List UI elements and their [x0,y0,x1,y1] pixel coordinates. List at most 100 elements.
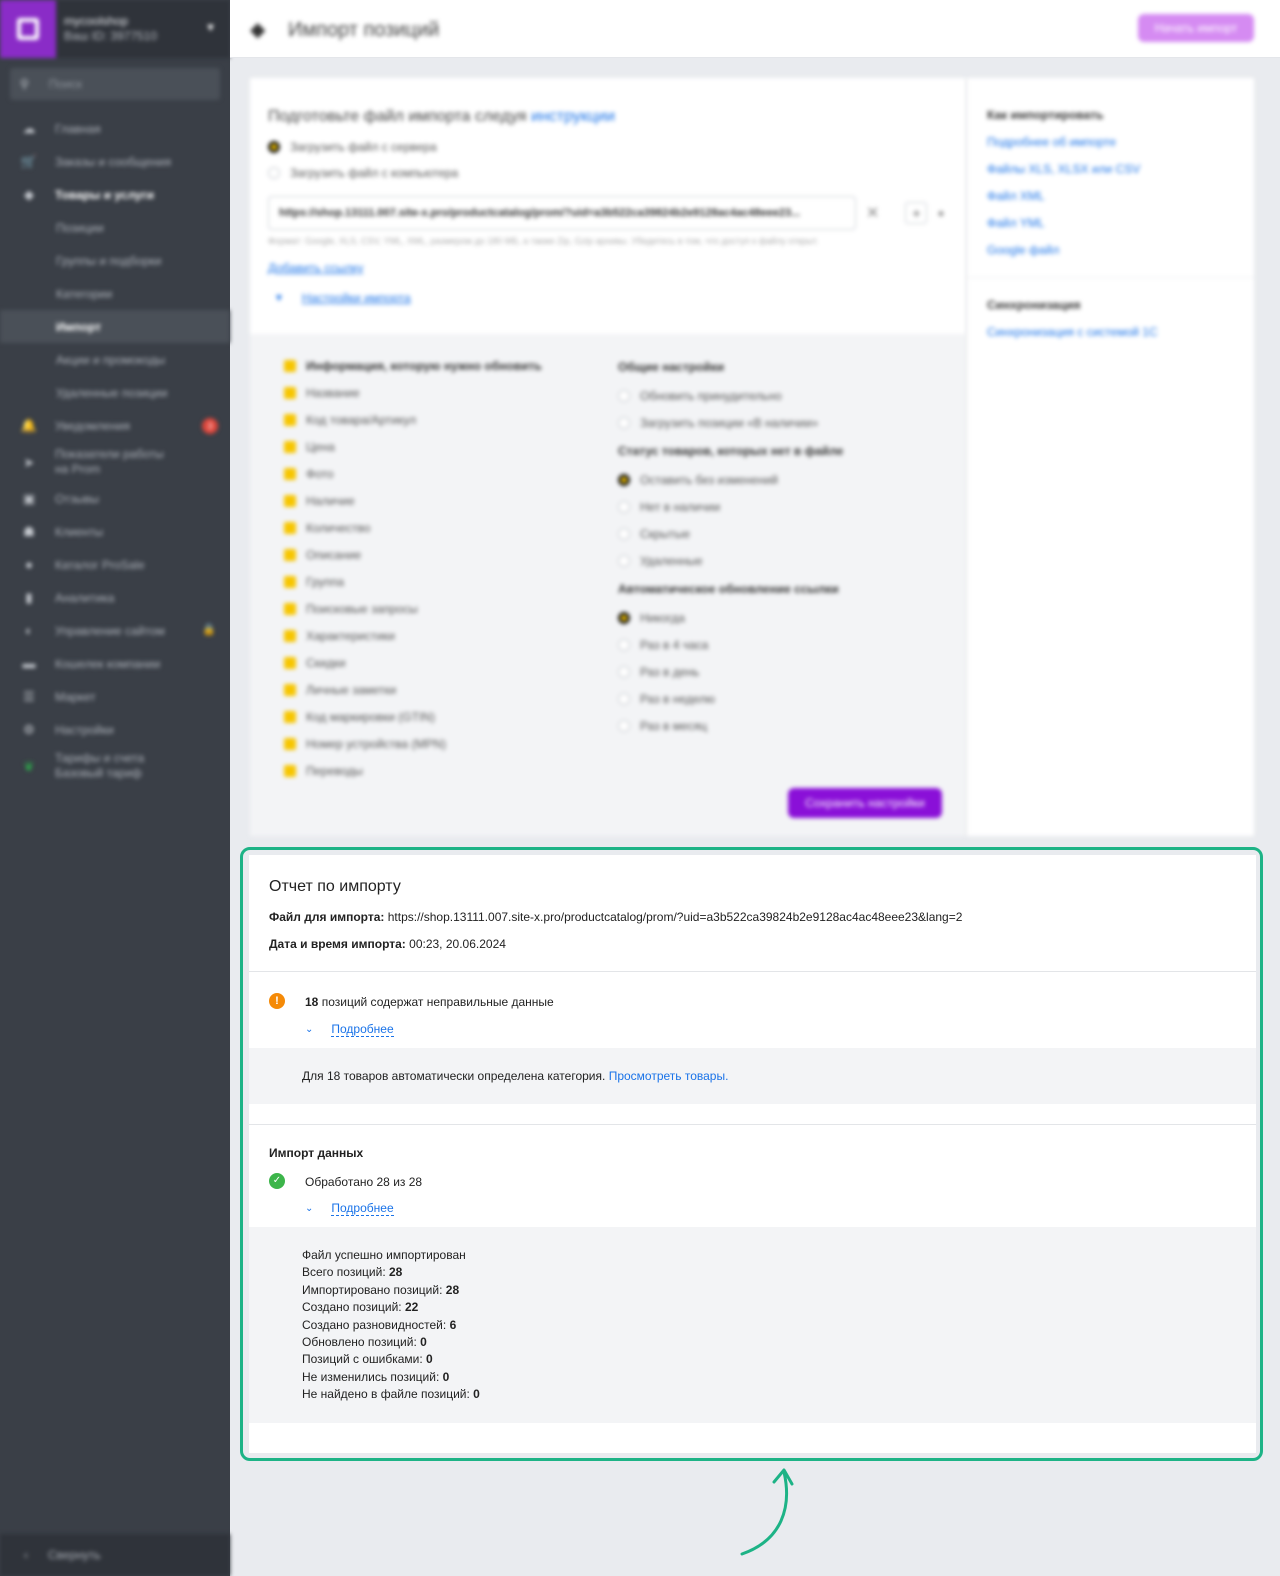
source-computer-option[interactable]: Загрузить файл с компьютера [268,166,948,180]
field-checkbox-row[interactable]: Фото [284,460,542,487]
checkbox[interactable] [284,521,296,534]
missing-status-option[interactable]: Оставить без изменений [618,466,843,493]
radio-unselected[interactable] [618,638,630,651]
checkbox[interactable] [284,440,296,453]
checkbox[interactable] [284,386,296,399]
field-checkbox-row[interactable]: Поисковые запросы [284,595,542,622]
sidebar-item-prosale[interactable]: ● Каталог ProSale [0,548,230,581]
save-settings-button[interactable]: Сохранить настройки [788,788,942,818]
help-link[interactable]: Подробнее об импорте [987,135,1234,149]
radio-selected[interactable] [618,611,630,624]
radio-unselected[interactable] [618,692,630,705]
sidebar-search[interactable]: ⚲ Поиск [10,68,220,100]
general-option[interactable]: Обновить принудительно [618,382,843,409]
import-url-input[interactable]: https://shop.13111.007.site-x.pro/produc… [268,196,856,230]
clear-icon[interactable]: ✕ [866,203,879,223]
update-fields-title-row[interactable]: Информация, которую нужно обновить [284,352,542,379]
checkbox[interactable] [284,602,296,615]
sidebar-item-home[interactable]: ☁ Главная [0,112,230,145]
field-checkbox-row[interactable]: Название [284,379,542,406]
warning-details-toggle[interactable]: ⌄ Подробнее [305,1022,394,1037]
help-link[interactable]: Файл XML [987,189,1234,203]
help-link[interactable]: Файл YML [987,216,1234,230]
sidebar-item-notifications[interactable]: 🔔 Уведомления 3 [0,409,230,442]
checkbox[interactable] [284,710,296,723]
checkbox[interactable] [284,656,296,669]
missing-status-option[interactable]: Скрытые [618,520,843,547]
instruction-link[interactable]: инструкции [531,108,615,125]
sync-link[interactable]: Синхронизация с системой 1С [987,325,1234,339]
checkbox[interactable] [284,494,296,507]
sidebar-item-clients[interactable]: ☗ Клиенты [0,515,230,548]
sidebar-item-groups[interactable]: Группы и подборки [0,244,230,277]
checkbox[interactable] [284,683,296,696]
radio-unselected[interactable] [618,665,630,678]
field-checkbox-row[interactable]: Скидки [284,649,542,676]
sidebar-item-positions[interactable]: Позиции [0,211,230,244]
sidebar-item-settings[interactable]: ⚙ Настройки [0,713,230,746]
sidebar-item-promos[interactable]: Акции и промокоды [0,343,230,376]
checkbox[interactable] [284,359,296,372]
source-server-option[interactable]: Загрузить файл с сервера [268,140,948,154]
radio-selected[interactable] [618,473,630,486]
start-import-button[interactable]: Начать импорт [1138,14,1254,42]
field-checkbox-row[interactable]: Группа [284,568,542,595]
radio-unselected[interactable] [618,554,630,567]
checkbox[interactable] [284,575,296,588]
sidebar-item-reviews[interactable]: ▣ Отзывы [0,482,230,515]
radio-unselected[interactable] [618,527,630,540]
sidebar-item-performance[interactable]: ➤ Показатели работы на Prom [0,442,230,482]
field-checkbox-row[interactable]: Код товара/Артикул [284,406,542,433]
field-checkbox-row[interactable]: Код маркировки (GTIN) [284,703,542,730]
field-checkbox-row[interactable]: Наличие [284,487,542,514]
radio-selected[interactable] [268,141,280,153]
data-details-toggle[interactable]: ⌄ Подробнее [305,1201,394,1216]
checkbox[interactable] [284,413,296,426]
sidebar-item-deleted[interactable]: Удаленные позиции [0,376,230,409]
missing-status-option[interactable]: Нет в наличии [618,493,843,520]
sidebar-item-products[interactable]: ◆ Товары и услуги [0,178,230,211]
import-settings-toggle[interactable]: ▼ Настройки импорта [268,291,948,305]
sidebar-item-categories[interactable]: Категории [0,277,230,310]
checkbox[interactable] [284,737,296,750]
field-checkbox-row[interactable]: Количество [284,514,542,541]
chevron-down-icon[interactable]: ▼ [205,22,216,34]
radio-unselected[interactable] [618,719,630,732]
sidebar-item-site[interactable]: ◐ Управление сайтом 🔒 [0,614,230,647]
field-checkbox-row[interactable]: Характеристики [284,622,542,649]
sidebar-item-wallet[interactable]: ▬ Кошелек компании [0,647,230,680]
collapse-sidebar-button[interactable]: ‹ Свернуть [0,1534,230,1576]
checkbox[interactable] [284,467,296,480]
field-checkbox-row[interactable]: Переводы [284,757,542,784]
radio-unselected[interactable] [268,167,280,179]
sidebar-item-analytics[interactable]: ▮ Аналитика [0,581,230,614]
sidebar-item-market[interactable]: ☰ Маркет [0,680,230,713]
checkbox[interactable] [284,629,296,642]
missing-status-option[interactable]: Удаленные [618,547,843,574]
auto-update-option[interactable]: Раз в месяц [618,712,843,739]
info-icon[interactable]: ● [937,206,944,220]
add-icon[interactable]: + [905,202,928,224]
field-checkbox-row[interactable]: Цена [284,433,542,460]
general-option[interactable]: Загрузить позиции «В наличии» [618,409,843,436]
auto-update-option[interactable]: Раз в неделю [618,685,843,712]
radio-unselected[interactable] [618,500,630,513]
field-checkbox-row[interactable]: Номер устройства (MPN) [284,730,542,757]
sidebar-item-import[interactable]: Импорт [0,310,230,343]
auto-update-option[interactable]: Раз в 4 часа [618,631,843,658]
sidebar-item-tariffs[interactable]: ❦ Тарифы и счета Базовый тариф [0,746,230,786]
shop-switcher[interactable]: mycoolshop Ваш ID: 3977510 ▼ [0,0,230,58]
sidebar-item-orders[interactable]: 🛒 Заказы и сообщения [0,145,230,178]
add-link-button[interactable]: Добавить ссылку [268,261,948,275]
help-link[interactable]: Файлы XLS, XLSX или CSV [987,162,1234,176]
checkbox[interactable] [284,764,296,777]
auto-update-option[interactable]: Никогда [618,604,843,631]
checkbox-unchecked[interactable] [618,389,630,402]
auto-update-option[interactable]: Раз в день [618,658,843,685]
help-link[interactable]: Google файл [987,243,1234,257]
checkbox[interactable] [284,548,296,561]
checkbox-unchecked[interactable] [618,416,630,429]
field-checkbox-row[interactable]: Описание [284,541,542,568]
view-products-link[interactable]: Просмотреть товары. [609,1069,729,1083]
field-checkbox-row[interactable]: Личные заметки [284,676,542,703]
